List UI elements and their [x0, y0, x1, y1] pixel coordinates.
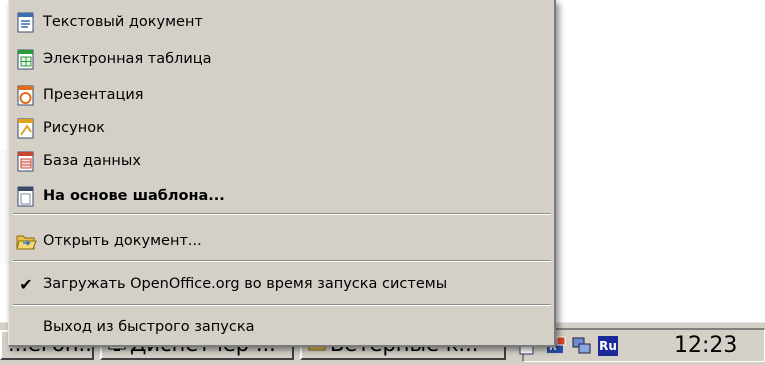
menu-item-label: Текстовый документ	[43, 14, 203, 30]
system-tray: R Ru 12:23	[519, 328, 765, 362]
calc-icon	[17, 49, 34, 70]
draw-icon	[17, 118, 34, 139]
menu-item-label: Загружать OpenOffice.org во время запуск…	[43, 276, 448, 292]
menu-item-label: На основе шаблона...	[43, 188, 225, 204]
menu-item-from-template[interactable]: На основе шаблона...	[13, 180, 551, 212]
clock[interactable]: 12:23	[674, 332, 737, 360]
menu-separator	[13, 213, 551, 215]
checkmark-icon: ✔	[19, 274, 33, 294]
menu-item-load-on-startup[interactable]: ✔ Загружать OpenOffice.org во время запу…	[13, 268, 551, 300]
menu-item-open-document[interactable]: Открыть документ...	[13, 225, 551, 257]
menu-item-database[interactable]: База данных	[13, 145, 551, 177]
template-icon	[17, 186, 34, 207]
writer-icon	[17, 12, 34, 33]
menu-item-drawing[interactable]: Рисунок	[13, 112, 551, 144]
open-folder-icon	[16, 235, 37, 250]
menu-item-spreadsheet[interactable]: Электронная таблица	[13, 43, 551, 75]
quickstart-context-menu: Текстовый документ Электронная таблица П…	[8, 0, 556, 347]
menu-item-label: Электронная таблица	[43, 51, 212, 67]
menu-item-exit-quickstart[interactable]: Выход из быстрого запуска	[13, 311, 551, 343]
language-indicator[interactable]: Ru	[598, 336, 618, 356]
network-icon[interactable]	[572, 336, 592, 356]
menu-item-label: Открыть документ...	[43, 233, 202, 249]
menu-item-text-document[interactable]: Текстовый документ	[13, 6, 551, 38]
menu-item-label: Презентация	[43, 87, 144, 103]
menu-separator	[13, 304, 551, 306]
menu-separator	[13, 260, 551, 262]
menu-item-presentation[interactable]: Презентация	[13, 79, 551, 111]
menu-item-label: Выход из быстрого запуска	[43, 319, 255, 335]
base-icon	[17, 151, 34, 172]
menu-item-label: Рисунок	[43, 120, 105, 136]
impress-icon	[17, 85, 34, 106]
menu-item-label: База данных	[43, 153, 141, 169]
